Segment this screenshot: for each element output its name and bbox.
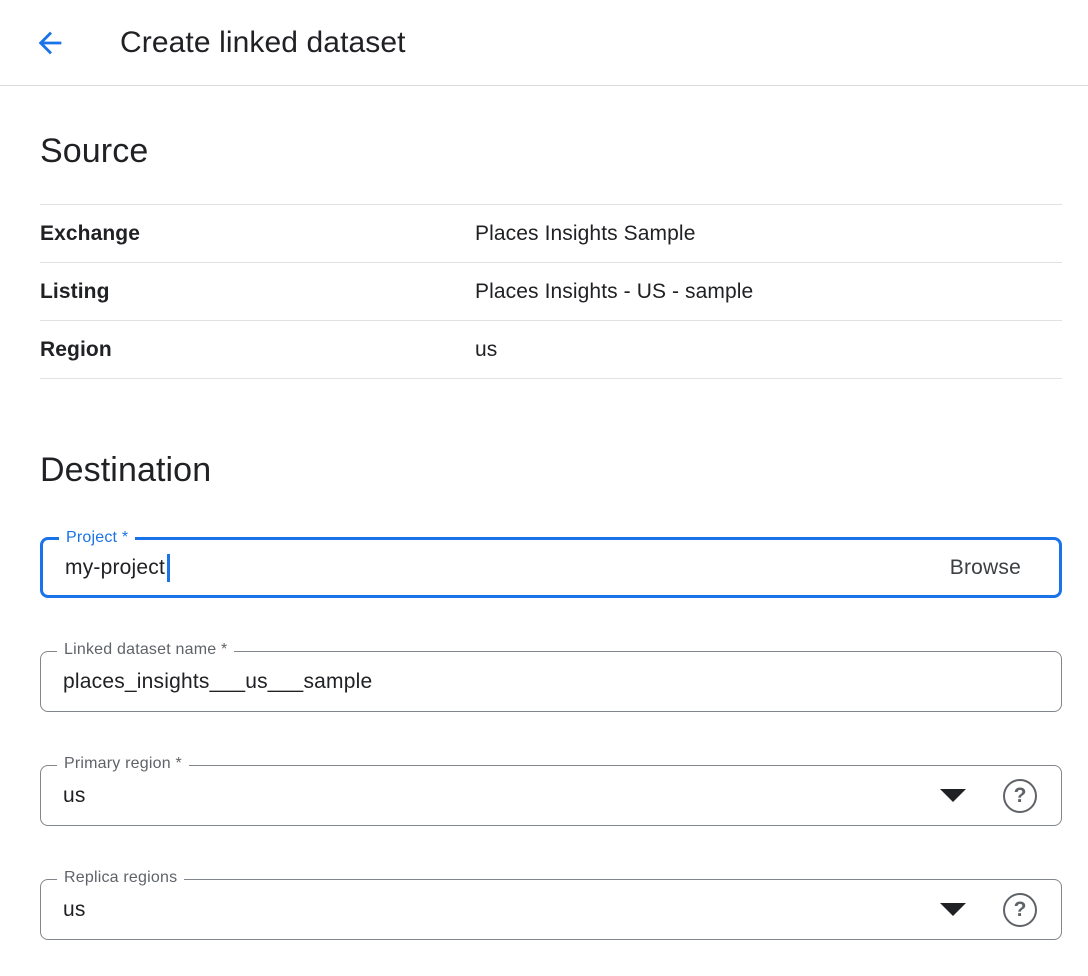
destination-heading: Destination [40, 449, 1062, 491]
caret-down-icon[interactable] [940, 903, 966, 916]
header: Create linked dataset [0, 0, 1088, 86]
linked-dataset-name-label: Linked dataset name * [57, 641, 234, 659]
primary-region-value: us [63, 784, 86, 808]
main-content: Source Exchange Places Insights Sample L… [0, 130, 1088, 940]
exchange-label: Exchange [40, 222, 475, 246]
help-icon[interactable]: ? [1003, 779, 1037, 813]
primary-region-select[interactable]: us ? [41, 779, 1061, 813]
linked-dataset-name-value: places_insights___us___sample [63, 670, 372, 694]
primary-region-field[interactable]: Primary region * us ? [40, 765, 1062, 826]
listing-label: Listing [40, 280, 475, 304]
arrow-back-icon [33, 26, 67, 60]
replica-regions-select[interactable]: us ? [41, 893, 1061, 927]
region-value: us [475, 338, 497, 362]
project-field[interactable]: Project * my-project Browse [40, 537, 1062, 598]
linked-dataset-name-field[interactable]: Linked dataset name * places_insights___… [40, 651, 1062, 712]
page-title: Create linked dataset [120, 26, 406, 60]
caret-down-icon[interactable] [940, 789, 966, 802]
linked-dataset-name-input[interactable]: places_insights___us___sample [41, 670, 1061, 694]
project-input-value: my-project [65, 556, 165, 580]
replica-regions-label: Replica regions [57, 869, 184, 887]
listing-value: Places Insights - US - sample [475, 280, 753, 304]
region-label: Region [40, 338, 475, 362]
browse-button[interactable]: Browse [950, 556, 1021, 580]
table-row-listing: Listing Places Insights - US - sample [40, 263, 1062, 321]
project-input[interactable]: my-project Browse [43, 554, 1059, 582]
primary-region-label: Primary region * [57, 755, 189, 773]
table-row-region: Region us [40, 321, 1062, 379]
text-cursor-icon [167, 554, 170, 582]
source-heading: Source [40, 130, 1062, 172]
exchange-value: Places Insights Sample [475, 222, 695, 246]
project-field-label: Project * [59, 529, 135, 547]
table-row-exchange: Exchange Places Insights Sample [40, 205, 1062, 263]
back-button[interactable] [30, 23, 70, 63]
source-table: Exchange Places Insights Sample Listing … [40, 204, 1062, 379]
replica-regions-field[interactable]: Replica regions us ? [40, 879, 1062, 940]
replica-regions-value: us [63, 898, 86, 922]
help-icon[interactable]: ? [1003, 893, 1037, 927]
